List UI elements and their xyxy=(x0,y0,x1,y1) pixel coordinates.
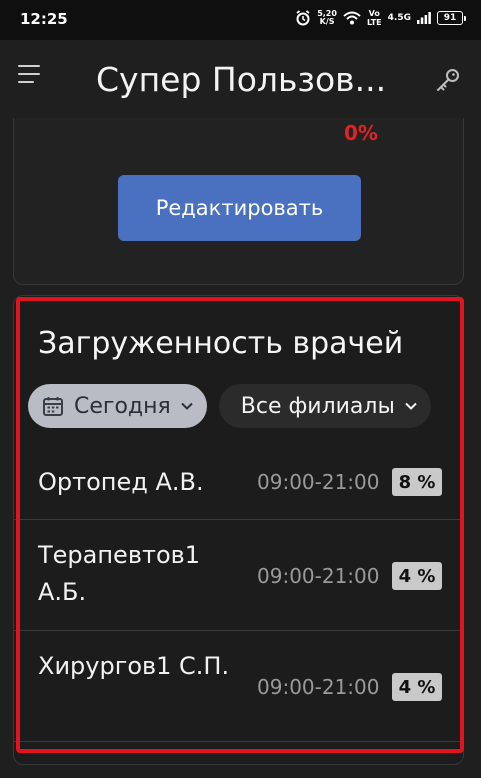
date-filter-chip[interactable]: Сегодня xyxy=(28,384,207,428)
alarm-icon xyxy=(296,10,310,26)
date-filter-label: Сегодня xyxy=(74,393,171,419)
lte-label: LTE xyxy=(366,18,382,27)
doctor-hours: 09:00-21:00 xyxy=(257,470,380,494)
load-badge: 8 % xyxy=(392,468,442,496)
network-type-label: 4.5G xyxy=(387,13,411,23)
load-badge: 4 % xyxy=(392,673,442,701)
calendar-icon xyxy=(42,395,64,417)
status-bar: 12:25 5,20 K/S Vo LTE 4.5G 91 xyxy=(0,0,481,40)
filter-bar: Сегодня Все филиалы xyxy=(28,384,431,430)
list-item[interactable]: Хирургов1 С.П. 09:00-21:00 4 % xyxy=(14,631,463,742)
chevron-down-icon xyxy=(403,398,419,414)
volte-indicator: Vo LTE xyxy=(367,9,382,27)
doctor-name: Хирургов1 С.П. xyxy=(38,652,230,680)
doctor-name: Ортопед А.В. xyxy=(38,468,204,496)
list-item[interactable]: Терапевтов1 А.Б. 09:00-21:00 4 % xyxy=(14,520,463,631)
network-type: 4.5G xyxy=(388,13,411,23)
load-badge: 4 % xyxy=(392,562,442,590)
key-icon[interactable] xyxy=(435,67,461,93)
doctor-name: Терапевтов1 А.Б. xyxy=(38,541,201,606)
wifi-icon xyxy=(343,11,361,25)
edit-button[interactable]: Редактировать xyxy=(118,175,361,241)
vo-label: Vo xyxy=(368,9,380,18)
app-bar: Супер Пользов... xyxy=(0,40,481,118)
hamburger-icon[interactable] xyxy=(18,65,48,95)
battery-icon: 91 xyxy=(437,11,466,25)
branch-filter-label: Все филиалы xyxy=(240,393,395,419)
summary-card: 0% Редактировать xyxy=(13,118,464,285)
section-title: Загруженность врачей xyxy=(38,326,404,361)
status-time: 12:25 xyxy=(20,10,68,28)
doctor-workload-card: Загруженность врачей Сегодня Все филиалы… xyxy=(13,295,464,765)
doctor-hours: 09:00-21:00 xyxy=(257,564,380,588)
status-icons: 5,20 K/S Vo LTE 4.5G 91 xyxy=(295,9,466,27)
net-speed-unit: K/S xyxy=(319,17,335,26)
page-title: Супер Пользов... xyxy=(96,60,387,99)
branch-filter-chip[interactable]: Все филиалы xyxy=(218,384,431,428)
signal-icon xyxy=(417,12,431,24)
percent-value: 0% xyxy=(344,121,378,145)
doctor-list: Ортопед А.В. 09:00-21:00 8 % Терапевтов1… xyxy=(14,444,463,742)
chevron-down-icon xyxy=(179,398,195,414)
net-speed: 5,20 K/S xyxy=(317,10,337,26)
doctor-hours: 09:00-21:00 xyxy=(257,675,380,699)
list-item[interactable]: Ортопед А.В. 09:00-21:00 8 % xyxy=(14,444,463,520)
battery-level: 91 xyxy=(443,13,457,23)
